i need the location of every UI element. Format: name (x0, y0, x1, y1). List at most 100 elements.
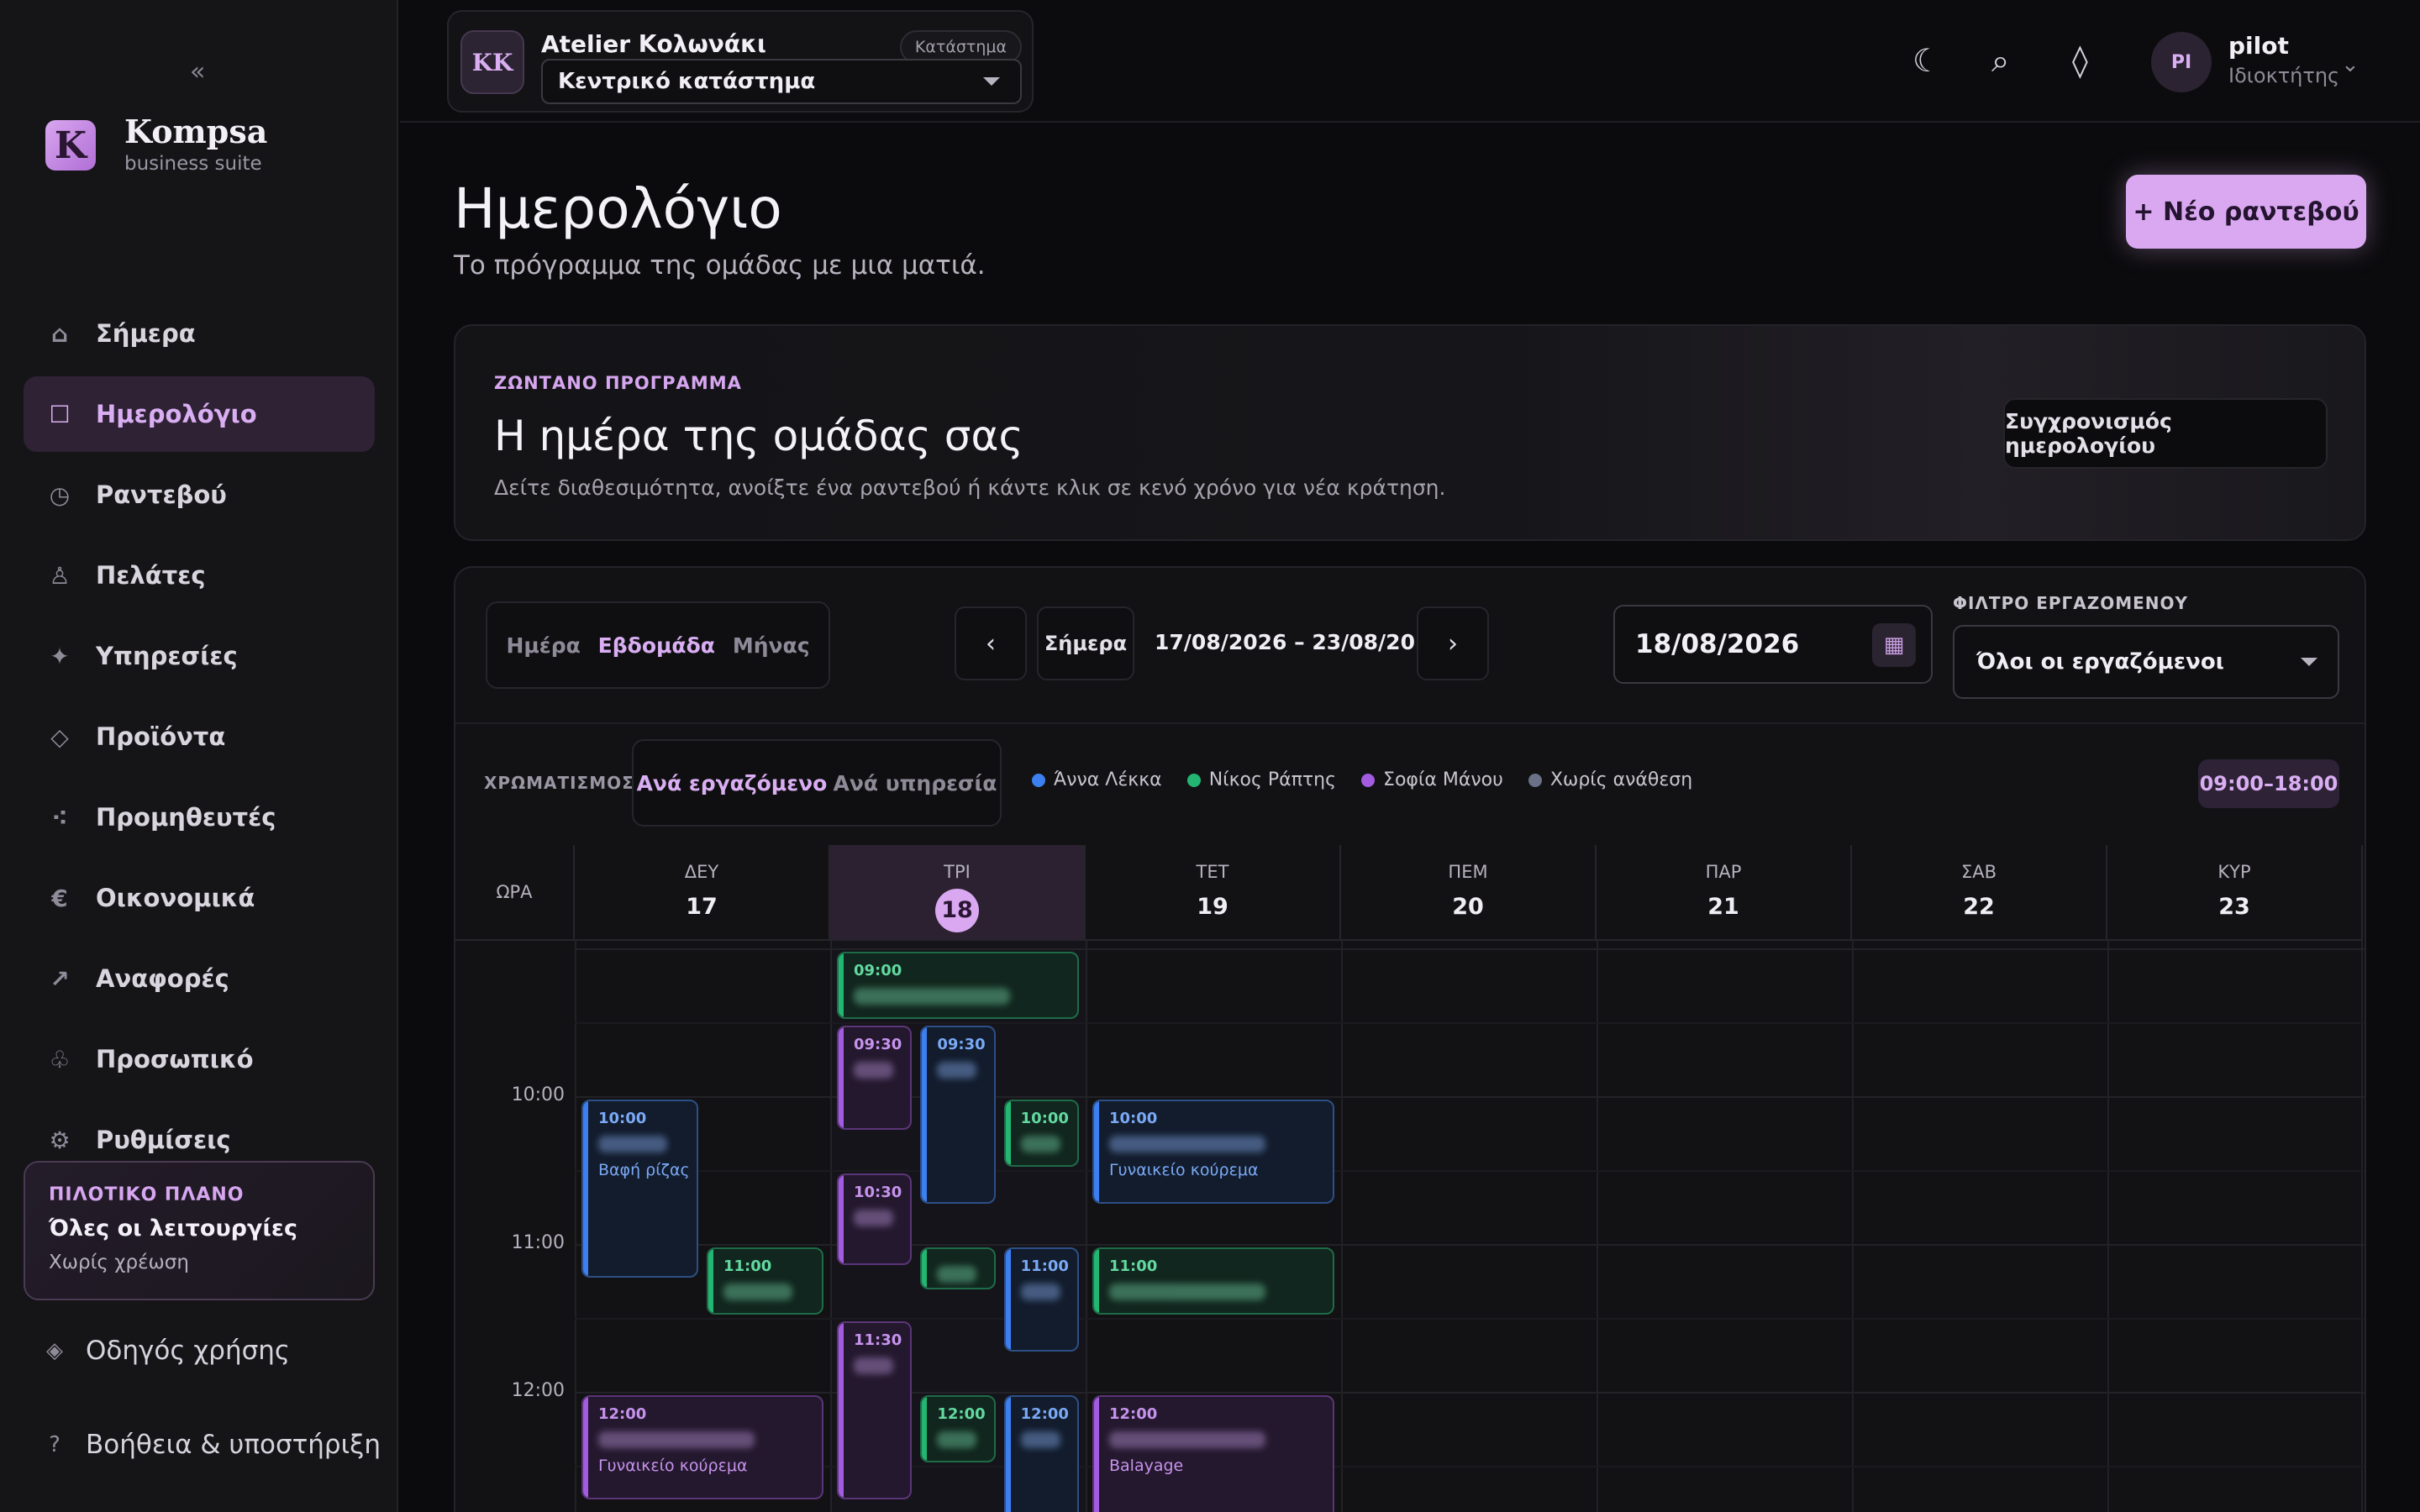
sidebar-item-0[interactable]: ⌂ Σήμερα (24, 296, 375, 371)
employee-filter-label: ΦΙΛΤΡΟ ΕΡΓΑΖΟΜΕΝΟΥ (1953, 593, 2189, 613)
prev-week-button[interactable]: ‹ (955, 606, 1027, 680)
appointment-block[interactable]: 11:30 (837, 1320, 913, 1499)
appointment-block[interactable]: 12:00 Balayage (1092, 1394, 1334, 1512)
avatar[interactable]: PI (2151, 32, 2212, 92)
redacted-client-name (854, 1061, 894, 1079)
appointment-block[interactable]: 09:00 (837, 951, 1079, 1019)
home-icon: ⌂ (50, 319, 69, 348)
day-header-23[interactable]: ΚΥΡ 23 (2107, 845, 2363, 941)
appointment-block[interactable] (920, 1247, 996, 1290)
sidebar-item-1[interactable]: ☐ Ημερολόγιο (24, 376, 375, 452)
day-header-20[interactable]: ΠΕΜ 20 (1341, 845, 1597, 941)
sidebar-item-7[interactable]: € Οικονομικά (24, 860, 375, 936)
new-appointment-button[interactable]: + Νέο ραντεβού (2126, 175, 2366, 249)
user-icon: ♙ (49, 561, 71, 590)
redacted-client-name (854, 1209, 894, 1226)
gear-icon: ⚙ (49, 1126, 71, 1154)
legend-dot-icon (1361, 773, 1376, 787)
appointment-block[interactable]: 11:00 (1092, 1247, 1334, 1315)
appointment-block[interactable]: 10:30 (837, 1173, 913, 1266)
appointment-block[interactable]: 10:00 Βαφή ρίζας (581, 1099, 698, 1278)
sidebar-item-6[interactable]: ⁖ Προμηθευτές (24, 780, 375, 855)
appointment-block[interactable]: 11:00 (707, 1247, 823, 1315)
appointment-block[interactable]: 10:00 (1003, 1099, 1079, 1167)
sidebar-item-3[interactable]: ♙ Πελάτες (24, 538, 375, 613)
date-picker-input[interactable]: 18/08/2026 ▦ (1613, 605, 1933, 684)
calendar-picker-icon[interactable]: ▦ (1872, 623, 1916, 667)
week-grid: ΩΡΑ ΔΕΥ 17 ΤΡΙ 18 ΤΕΤ 19 ΠΕΜ 20 ΠΑΡ 21 ΣΑΒ 22 ΚΥΡ 23 0… (455, 845, 2365, 1512)
hour-row-line (575, 948, 2365, 950)
sidebar-item-9[interactable]: ♧ Προσωπικό (24, 1021, 375, 1097)
legend-label: Άννα Λέκκα (1054, 769, 1162, 790)
color-by-employee-tab[interactable]: Ανά εργαζόμενο (637, 771, 828, 795)
column-divider (1086, 941, 1087, 1512)
store-name: Atelier Κολωνάκι (541, 30, 766, 58)
staff-icon: ♧ (49, 1045, 71, 1074)
view-day-tab[interactable]: Ημέρα (506, 633, 580, 658)
moon-icon[interactable]: ☾ (1912, 42, 1941, 79)
hour-label: 12:00 (511, 1379, 565, 1401)
day-header-19[interactable]: ΤΕΤ 19 (1086, 845, 1341, 941)
redacted-client-name (598, 1135, 667, 1152)
day-header-18[interactable]: ΤΡΙ 18 (830, 845, 1086, 941)
diamond-icon[interactable]: ◊ (2072, 42, 2088, 79)
appointment-time: 12:00 (1020, 1404, 1069, 1423)
column-divider (2361, 941, 2363, 1512)
day-header-21[interactable]: ΠΑΡ 21 (1597, 845, 1852, 941)
legend-label: Σοφία Μάνου (1383, 769, 1503, 790)
employee-filter-select[interactable]: Όλοι οι εργαζόμενοι (1953, 625, 2339, 699)
sidebar-item-label: Προϊόντα (96, 722, 226, 751)
guide-link[interactable]: ◈ Οδηγός χρήσης (42, 1336, 290, 1366)
store-select[interactable]: Κεντρικό κατάστημα (541, 59, 1022, 104)
brand[interactable]: K Kompsa business suite (45, 116, 267, 175)
appointment-block[interactable]: 12:00 Γυναικείο κούρεμα (581, 1394, 823, 1499)
help-label: Βοήθεια & υποστήριξη (86, 1430, 381, 1460)
sync-calendar-button[interactable]: Συγχρονισμός ημερολογίου (2003, 398, 2328, 469)
sidebar-item-2[interactable]: ◷ Ραντεβού (24, 457, 375, 533)
redacted-client-name (1020, 1283, 1060, 1300)
next-week-button[interactable]: › (1417, 606, 1489, 680)
today-button[interactable]: Σήμερα (1037, 606, 1134, 680)
column-divider (575, 941, 576, 1512)
user-name[interactable]: pilot (2228, 32, 2289, 60)
hours-badge: 09:00–18:00 (2198, 759, 2339, 808)
appointment-block[interactable]: 10:00 Γυναικείο κούρεμα (1092, 1099, 1334, 1204)
appointment-block[interactable]: 09:30 (920, 1025, 996, 1204)
hour-row-line (575, 1021, 2365, 1024)
view-week-tab[interactable]: Εβδομάδα (598, 633, 715, 658)
store-select-value: Κεντρικό κατάστημα (558, 69, 816, 94)
collapse-sidebar-button[interactable]: « (190, 57, 205, 87)
plan-eyebrow: ΠΙΛΟΤΙΚΟ ΠΛΑΝΟ (49, 1184, 245, 1205)
sidebar-item-8[interactable]: ↗ Αναφορές (24, 941, 375, 1016)
brand-logo-icon: K (45, 120, 96, 171)
view-month-tab[interactable]: Μήνας (733, 633, 810, 658)
appointment-block[interactable]: 12:00 (920, 1394, 996, 1462)
sidebar-item-5[interactable]: ◇ Προϊόντα (24, 699, 375, 774)
page-subtitle: Το πρόγραμμα της ομάδας με μια ματιά. (454, 250, 986, 281)
sidebar-item-4[interactable]: ✦ Υπηρεσίες (24, 618, 375, 694)
appointment-time: 12:00 (937, 1404, 986, 1423)
appointment-time: 09:30 (937, 1035, 986, 1053)
legend-item: Νίκος Ράπτης (1186, 769, 1336, 790)
day-number: 23 (2218, 894, 2250, 920)
sidebar-item-label: Ρυθμίσεις (96, 1126, 231, 1154)
day-name: ΔΕΥ (684, 862, 719, 882)
redacted-client-name (1020, 1431, 1060, 1448)
day-name: ΤΡΙ (944, 862, 971, 882)
column-divider (1597, 941, 1598, 1512)
appointment-block[interactable]: 12:00 (1003, 1394, 1079, 1512)
help-link[interactable]: ? Βοήθεια & υποστήριξη (42, 1430, 381, 1460)
search-icon[interactable]: ⌕ (1991, 42, 2009, 80)
appointment-block[interactable]: 09:30 (837, 1025, 913, 1130)
sparkle-icon: ✦ (50, 642, 70, 670)
day-header-22[interactable]: ΣΑΒ 22 (1852, 845, 2107, 941)
appointment-time: 11:00 (723, 1257, 772, 1275)
plan-card[interactable]: ΠΙΛΟΤΙΚΟ ΠΛΑΝΟ Όλες οι λειτουργίες Χωρίς… (24, 1161, 375, 1300)
user-menu-chevron-icon[interactable]: ⌄ (2341, 52, 2360, 77)
day-number: 22 (1963, 894, 1995, 920)
color-by-service-tab[interactable]: Ανά υπηρεσία (833, 771, 997, 795)
redacted-client-name (854, 1357, 894, 1374)
appointment-block[interactable]: 11:00 (1003, 1247, 1079, 1352)
day-header-17[interactable]: ΔΕΥ 17 (575, 845, 830, 941)
hero-eyebrow: ΖΩΝΤΑΝΟ ΠΡΟΓΡΑΜΜΑ (494, 373, 742, 393)
